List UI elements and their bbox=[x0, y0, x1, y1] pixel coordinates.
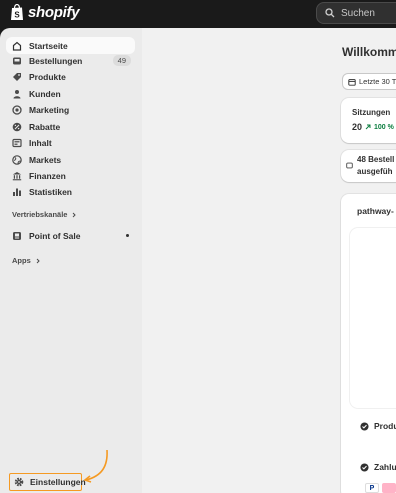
sidebar-item-kunden[interactable]: Kunden bbox=[6, 86, 135, 102]
search-placeholder: Suchen bbox=[341, 7, 375, 19]
sidebar-item-rabatte[interactable]: Rabatte bbox=[6, 119, 135, 135]
sessions-value: 20 bbox=[352, 122, 363, 132]
orders-notice-line1: 48 Bestell bbox=[357, 155, 395, 164]
klarna-logo-icon bbox=[382, 483, 396, 493]
sales-channels-label: Vertriebskanäle bbox=[12, 210, 68, 219]
payment-logos: P bbox=[365, 483, 396, 493]
sidebar-item-markets[interactable]: Markets bbox=[6, 152, 135, 168]
shopify-bag-icon: S bbox=[11, 4, 23, 20]
target-icon bbox=[12, 105, 22, 115]
discount-icon bbox=[12, 122, 22, 132]
task-produkte[interactable]: Produ bbox=[360, 421, 396, 431]
pos-icon bbox=[12, 231, 22, 241]
orders-notice-card[interactable]: 48 Bestell ausgefüh bbox=[341, 150, 396, 182]
bar-chart-icon bbox=[12, 187, 22, 197]
sales-channels-section[interactable]: Vertriebskanäle bbox=[12, 210, 77, 219]
setup-inner-panel bbox=[350, 228, 396, 408]
search-input[interactable]: Suchen bbox=[316, 2, 396, 24]
setup-guide-card: pathway- Produ Zahlu P bbox=[341, 194, 396, 493]
search-icon bbox=[325, 8, 335, 18]
pos-status-dot bbox=[126, 234, 129, 237]
home-icon bbox=[12, 41, 22, 51]
sidebar-item-statistiken[interactable]: Statistiken bbox=[6, 184, 135, 200]
orders-notice-line2: ausgefüh bbox=[357, 167, 393, 176]
annotation-arrow bbox=[83, 449, 108, 483]
person-icon bbox=[12, 89, 22, 99]
globe-icon bbox=[12, 155, 22, 165]
tag-icon bbox=[12, 72, 22, 82]
sidebar-item-point-of-sale[interactable]: Point of Sale bbox=[6, 228, 135, 244]
orders-count-badge: 49 bbox=[112, 55, 131, 66]
top-bar: S shopify Suchen bbox=[0, 0, 396, 28]
sidebar-item-produkte[interactable]: Produkte bbox=[6, 69, 135, 85]
sessions-card[interactable]: Sitzungen 20 100 % bbox=[341, 98, 396, 143]
arrow-up-right-icon bbox=[365, 124, 371, 130]
sidebar: Startseite Bestellungen 49 Produkte Kund… bbox=[0, 28, 142, 493]
inbox-icon bbox=[12, 56, 22, 66]
shopify-logo[interactable]: S shopify bbox=[10, 4, 80, 21]
inbox-icon bbox=[346, 162, 353, 169]
sidebar-item-marketing[interactable]: Marketing bbox=[6, 102, 135, 118]
brand-name: shopify bbox=[28, 4, 80, 21]
date-range-label: Letzte 30 T bbox=[359, 77, 396, 86]
store-name: pathway- bbox=[357, 206, 394, 216]
page-title: Willkomme bbox=[342, 45, 396, 59]
apps-section[interactable]: Apps bbox=[12, 256, 41, 265]
gear-icon bbox=[14, 477, 24, 487]
chevron-right-icon bbox=[73, 212, 77, 217]
sessions-change: 100 % bbox=[374, 123, 394, 131]
calendar-icon bbox=[348, 78, 356, 86]
sidebar-item-einstellungen[interactable]: Einstellungen bbox=[9, 473, 86, 491]
sidebar-item-startseite[interactable]: Startseite bbox=[6, 37, 135, 54]
content-icon bbox=[12, 138, 22, 148]
main-content: Sitzungen 20 100 % 48 Bestell ausgefüh p… bbox=[142, 28, 396, 493]
apps-label: Apps bbox=[12, 256, 31, 265]
sidebar-item-finanzen[interactable]: Finanzen bbox=[6, 168, 135, 184]
chevron-right-icon bbox=[36, 258, 40, 263]
date-range-button[interactable]: Letzte 30 T bbox=[342, 73, 396, 90]
sidebar-item-inhalt[interactable]: Inhalt bbox=[6, 135, 135, 151]
bank-icon bbox=[12, 171, 22, 181]
task-zahlungen[interactable]: Zahlu bbox=[360, 462, 396, 472]
svg-text:S: S bbox=[14, 11, 20, 20]
paypal-logo-icon: P bbox=[365, 483, 379, 493]
sidebar-item-bestellungen[interactable]: Bestellungen 49 bbox=[6, 53, 135, 69]
sessions-label: Sitzungen bbox=[352, 108, 391, 117]
check-circle-icon bbox=[360, 421, 369, 431]
check-circle-icon bbox=[360, 462, 369, 472]
